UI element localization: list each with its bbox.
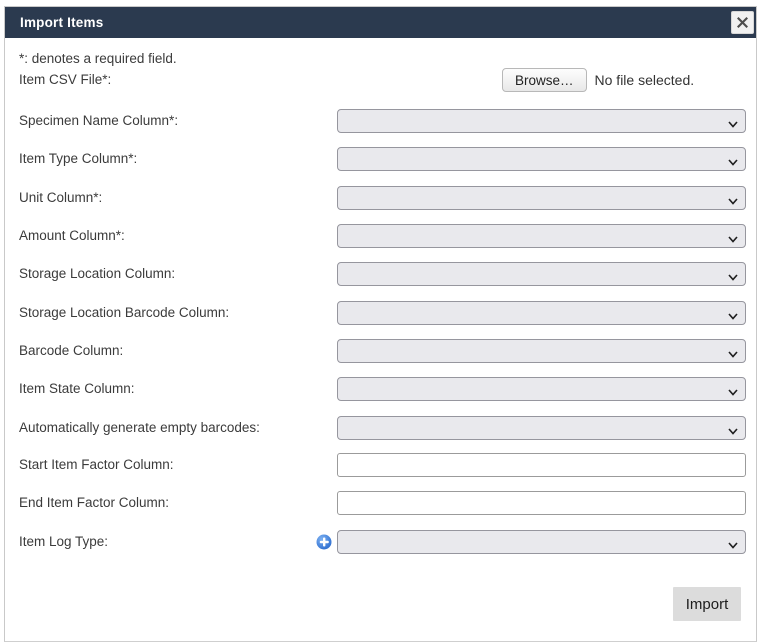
field-label: Amount Column*: [19, 224, 125, 248]
form-row-start-item-factor-column: Start Item Factor Column: [19, 453, 746, 477]
field-label: End Item Factor Column: [19, 491, 169, 515]
item-type-column-select[interactable] [337, 147, 746, 171]
form-row-item-type-column: Item Type Column*: [19, 147, 746, 171]
close-button[interactable] [731, 11, 754, 34]
form-row-end-item-factor-column: End Item Factor Column: [19, 491, 746, 515]
form-row-storage-location-column: Storage Location Column: [19, 262, 746, 286]
form-row-item-state-column: Item State Column: [19, 377, 746, 401]
import-items-dialog: Import Items *: denotes a required field… [4, 6, 757, 642]
start-item-factor-input[interactable] [337, 453, 746, 477]
form-row-storage-location-barcode-column: Storage Location Barcode Column: [19, 301, 746, 325]
specimen-name-column-select[interactable] [337, 109, 746, 133]
dialog-title: Import Items [5, 15, 103, 30]
import-button[interactable]: Import [673, 587, 741, 621]
file-field-label: Item CSV File*: [19, 67, 111, 93]
field-label: Start Item Factor Column: [19, 453, 174, 477]
dialog-titlebar: Import Items [5, 7, 756, 38]
file-status-text: No file selected. [595, 72, 695, 88]
barcode-column-select[interactable] [337, 339, 746, 363]
form-row-auto-generate-barcodes: Automatically generate empty barcodes: [19, 416, 746, 440]
auto-generate-barcodes-select[interactable] [337, 416, 746, 440]
storage-location-barcode-column-select[interactable] [337, 301, 746, 325]
file-upload-row: Item CSV File*: Browse… No file selected… [19, 67, 746, 93]
field-label: Item State Column: [19, 377, 135, 401]
form-row-unit-column: Unit Column*: [19, 186, 746, 210]
form-row-item-log-type: Item Log Type: [19, 530, 746, 554]
field-label: Barcode Column: [19, 339, 123, 363]
item-log-type-select[interactable] [337, 530, 746, 554]
end-item-factor-input[interactable] [337, 491, 746, 515]
field-label: Specimen Name Column*: [19, 109, 178, 133]
field-label: Automatically generate empty barcodes: [19, 416, 260, 440]
browse-button[interactable]: Browse… [502, 68, 587, 92]
form-row-specimen-name-column: Specimen Name Column*: [19, 109, 746, 133]
add-item-log-type-icon[interactable] [316, 534, 332, 550]
field-label: Storage Location Barcode Column: [19, 301, 229, 325]
field-label: Storage Location Column: [19, 262, 175, 286]
field-label: Item Type Column*: [19, 147, 137, 171]
item-state-column-select[interactable] [337, 377, 746, 401]
amount-column-select[interactable] [337, 224, 746, 248]
field-label: Item Log Type: [19, 530, 108, 554]
close-icon [737, 17, 748, 28]
file-input-widget: Browse… No file selected. [502, 67, 694, 93]
form-row-amount-column: Amount Column*: [19, 224, 746, 248]
required-field-note: *: denotes a required field. [19, 51, 177, 66]
field-label: Unit Column*: [19, 186, 102, 210]
storage-location-column-select[interactable] [337, 262, 746, 286]
form-row-barcode-column: Barcode Column: [19, 339, 746, 363]
unit-column-select[interactable] [337, 186, 746, 210]
